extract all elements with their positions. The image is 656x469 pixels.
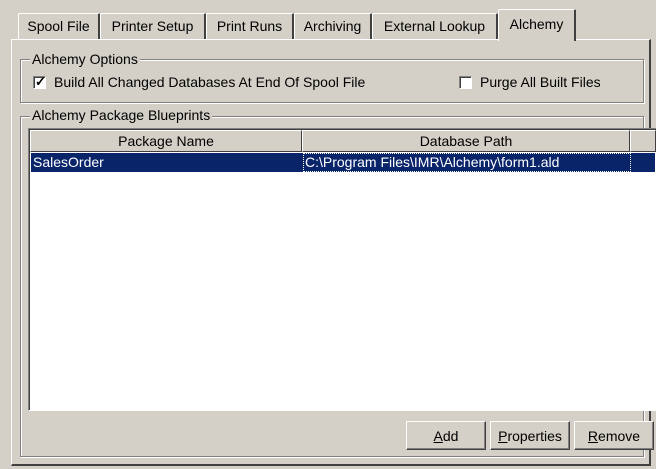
purge-all-label[interactable]: Purge All Built Files [480, 74, 601, 90]
tab-external-lookup[interactable]: External Lookup [372, 13, 498, 39]
purge-all-checkbox[interactable] [459, 76, 472, 89]
tab-label: Spool File [27, 18, 90, 34]
build-all-label[interactable]: Build All Changed Databases At End Of Sp… [54, 74, 365, 90]
tab-label: Archiving [303, 18, 362, 34]
column-header-package-name[interactable]: Package Name [30, 130, 302, 152]
checkmark-icon: ✓ [35, 74, 46, 89]
remove-label-rest: emove [598, 428, 641, 444]
tab-label: Print Runs [216, 18, 283, 34]
column-header-database-path[interactable]: Database Path [302, 130, 630, 152]
properties-button[interactable]: Properties [490, 421, 570, 450]
tab-print-runs[interactable]: Print Runs [206, 13, 294, 39]
tab-label: Alchemy [509, 16, 564, 32]
column-header-label: Package Name [118, 133, 214, 149]
remove-button[interactable]: Remove [574, 421, 654, 450]
tab-label: Printer Setup [111, 18, 194, 34]
column-header-label: Database Path [419, 133, 513, 149]
remove-mnemonic: R [587, 428, 599, 444]
blueprints-list[interactable]: Package Name Database Path SalesOrder C:… [28, 128, 656, 411]
tab-spool-file[interactable]: Spool File [18, 13, 100, 39]
alchemy-options-title: Alchemy Options [30, 51, 140, 67]
tab-archiving[interactable]: Archiving [294, 13, 372, 39]
build-all-checkbox[interactable]: ✓ [33, 74, 46, 89]
table-row[interactable]: SalesOrder C:\Program Files\IMR\Alchemy\… [31, 153, 655, 172]
add-label-rest: dd [442, 428, 459, 444]
add-button[interactable]: Add [406, 421, 486, 450]
column-header-filler [630, 130, 656, 152]
tab-alchemy[interactable]: Alchemy [498, 9, 576, 41]
add-mnemonic: A [433, 428, 443, 444]
properties-label-rest: roperties [507, 428, 562, 444]
tab-label: External Lookup [383, 18, 486, 34]
blueprints-title: Alchemy Package Blueprints [30, 107, 213, 123]
cell-package-name: SalesOrder [33, 154, 104, 170]
cell-database-path: C:\Program Files\IMR\Alchemy\form1.ald [303, 153, 631, 172]
tab-printer-setup[interactable]: Printer Setup [100, 13, 206, 39]
